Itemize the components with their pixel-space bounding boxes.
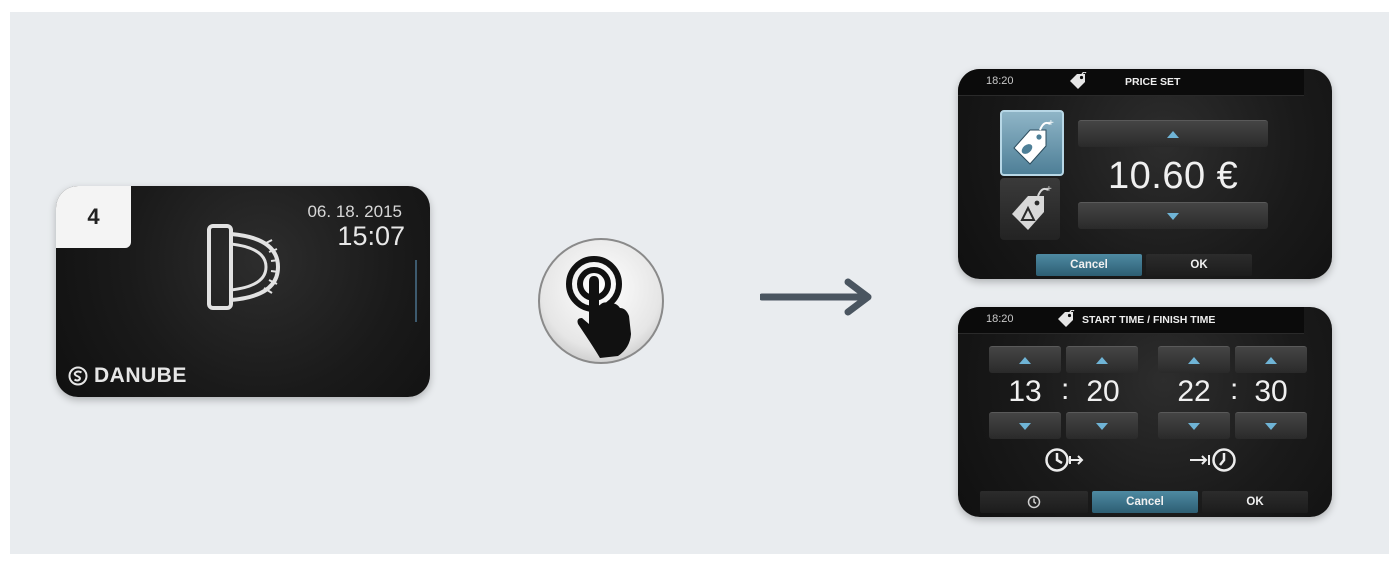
finish-time-icon [1190,448,1236,472]
tap-touch-icon [538,238,664,364]
finish-hour-down-button[interactable] [1158,412,1230,439]
price-delta-icon: + [1012,184,1052,230]
start-minute-value: 20 [1086,375,1120,408]
finish-minute-value: 30 [1254,375,1288,408]
danube-logo-icon [68,366,88,386]
price-value: 10.60 € [1108,155,1239,197]
start-minute-up-button[interactable] [1066,346,1138,373]
start-time-icon [1045,448,1084,472]
up-arrow-icon [1096,356,1108,364]
down-arrow-icon [1167,212,1179,220]
clock: 18:20 [986,313,1014,325]
start-hour-value: 13 [1008,375,1042,408]
clock-mode-button[interactable] [980,491,1088,513]
ok-button[interactable]: OK [1146,254,1252,276]
price-delta-mode-button[interactable]: + [1000,178,1060,240]
status-bar: 18:20 PRICE SET [958,69,1304,96]
price-tag-icon [1058,310,1075,327]
finish-minute-down-button[interactable] [1235,412,1307,439]
cancel-button[interactable]: Cancel [1036,254,1142,276]
up-arrow-icon [1188,356,1200,364]
clock: 18:20 [986,75,1014,87]
brand-logo: DANUBE [68,364,187,388]
station-number-badge: 4 [56,186,131,248]
cancel-button[interactable]: Cancel [1092,491,1198,513]
price-down-button[interactable] [1078,202,1268,229]
start-hour-up-button[interactable] [989,346,1061,373]
down-arrow-icon [1019,422,1031,430]
start-minute-down-button[interactable] [1066,412,1138,439]
screen-title: PRICE SET [1125,76,1181,88]
finish-hour-value: 22 [1177,375,1211,408]
down-arrow-icon [1188,422,1200,430]
price-tag-icon: + [1013,118,1054,165]
brand-name: DANUBE [94,364,187,387]
down-arrow-icon [1096,422,1108,430]
scroll-indicator [415,260,417,322]
screen-title: START TIME / FINISH TIME [1082,314,1216,326]
up-arrow-icon [1265,356,1277,364]
down-arrow-icon [1265,422,1277,430]
date-display: 06. 18. 2015 [307,202,402,221]
finish-minute-up-button[interactable] [1235,346,1307,373]
price-set-screen: 18:20 PRICE SET + + 10.60 € Cancel OK [958,69,1332,279]
price-up-button[interactable] [1078,120,1268,147]
start-hour-down-button[interactable] [989,412,1061,439]
time-set-screen: 18:20 START TIME / FINISH TIME 13 : 20 2… [958,307,1332,517]
svg-text:+: + [1046,184,1052,195]
set-price-mode-button[interactable]: + [1000,110,1064,176]
finish-hour-up-button[interactable] [1158,346,1230,373]
price-tag-icon [1070,72,1087,89]
time-display: 15:07 [337,221,405,251]
clock-icon [1027,495,1041,509]
idle-screen[interactable]: 4 06. 18. 2015 15:07 DANUBE [56,186,430,397]
up-arrow-icon [1167,130,1179,138]
up-arrow-icon [1019,356,1031,364]
status-bar: 18:20 START TIME / FINISH TIME [958,307,1304,334]
ok-button[interactable]: OK [1202,491,1308,513]
coin-slot-icon [207,224,281,310]
svg-text:+: + [1048,118,1054,129]
right-arrow-icon [760,278,872,316]
